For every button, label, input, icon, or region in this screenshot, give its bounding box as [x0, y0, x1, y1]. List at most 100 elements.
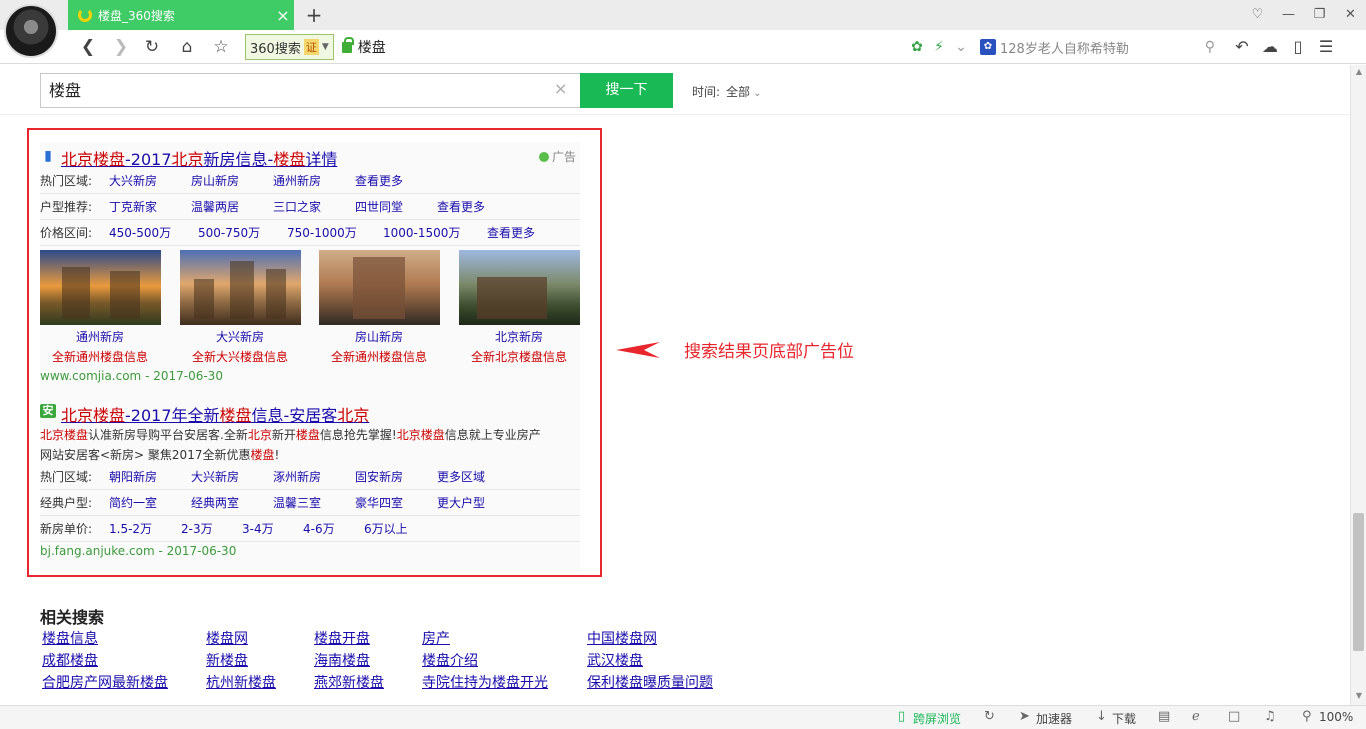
- speaker-icon[interactable]: ♫: [1264, 709, 1276, 724]
- undo-icon[interactable]: ↶: [1228, 34, 1256, 60]
- refresh-icon[interactable]: ↻: [984, 709, 995, 724]
- sitelink[interactable]: 4-6万: [303, 516, 335, 542]
- sitelink[interactable]: 2-3万: [181, 516, 213, 542]
- menu-icon[interactable]: ☰: [1312, 34, 1340, 60]
- sitelink[interactable]: 通州新房: [273, 168, 321, 194]
- back-icon[interactable]: ❮: [74, 34, 102, 60]
- thumb-image[interactable]: [319, 250, 440, 325]
- window-icon[interactable]: □: [1228, 709, 1240, 724]
- thumb-image[interactable]: [459, 250, 580, 325]
- side-search-query[interactable]: 128岁老人自称希特勒: [1000, 38, 1205, 57]
- search-icon[interactable]: ⚲: [1205, 39, 1215, 55]
- tab-active[interactable]: 楼盘_360搜索 ×: [68, 0, 294, 30]
- thumb-image[interactable]: [40, 250, 161, 325]
- restore-icon[interactable]: ❐: [1304, 0, 1335, 30]
- sitelink[interactable]: 大兴新房: [191, 464, 239, 490]
- related-link[interactable]: 合肥房产网最新楼盘: [42, 672, 168, 692]
- scroll-up-icon[interactable]: ▲: [1351, 67, 1366, 79]
- sitelink[interactable]: 1.5-2万: [109, 516, 152, 542]
- sitelink[interactable]: 简约一室: [109, 490, 157, 516]
- sitelink[interactable]: 1000-1500万: [383, 220, 460, 246]
- related-link[interactable]: 房产: [422, 628, 450, 648]
- vertical-scrollbar[interactable]: ▲ ▼: [1350, 65, 1366, 705]
- lightning-icon[interactable]: ⚡: [928, 39, 950, 55]
- sitelink[interactable]: 750-1000万: [287, 220, 357, 246]
- time-filter-value[interactable]: 全部: [726, 85, 750, 99]
- cloud-icon[interactable]: ☁: [1256, 34, 1284, 60]
- security-icon[interactable]: ✿: [906, 39, 928, 55]
- sitelink[interactable]: 查看更多: [355, 168, 403, 194]
- sitelink[interactable]: 涿州新房: [273, 464, 321, 490]
- sitelink[interactable]: 3-4万: [242, 516, 274, 542]
- thumb-title[interactable]: 通州新房: [30, 328, 170, 345]
- skin-icon[interactable]: ♡: [1242, 0, 1273, 30]
- related-link[interactable]: 武汉楼盘: [587, 650, 643, 670]
- ad1-title[interactable]: 北京楼盘-2017北京新房信息-楼盘详情: [61, 146, 337, 170]
- sitelink[interactable]: 更多区域: [437, 464, 485, 490]
- thumb-title[interactable]: 大兴新房: [170, 328, 310, 345]
- new-tab-button[interactable]: +: [300, 2, 328, 28]
- sitelink[interactable]: 6万以上: [364, 516, 408, 542]
- url-text[interactable]: 楼盘: [358, 37, 386, 57]
- related-link[interactable]: 新楼盘: [206, 650, 248, 670]
- related-link[interactable]: 成都楼盘: [42, 650, 98, 670]
- sitelink[interactable]: 查看更多: [437, 194, 485, 220]
- tab-close-icon[interactable]: ×: [272, 6, 294, 25]
- address-bar[interactable]: 360搜索 证 ▼ 楼盘: [245, 33, 895, 61]
- home-icon[interactable]: ⌂: [173, 34, 201, 60]
- sitelink[interactable]: 房山新房: [191, 168, 239, 194]
- sitelink[interactable]: 温馨两居: [191, 194, 239, 220]
- related-link[interactable]: 楼盘介绍: [422, 650, 478, 670]
- thumb-title[interactable]: 房山新房: [309, 328, 449, 345]
- related-link[interactable]: 寺院住持为楼盘开光: [422, 672, 548, 692]
- sitelink[interactable]: 更大户型: [437, 490, 485, 516]
- sitelink[interactable]: 经典两室: [191, 490, 239, 516]
- dropdown-icon[interactable]: ⌄: [950, 39, 972, 55]
- thumb-subtitle[interactable]: 全新通州楼盘信息: [30, 348, 170, 365]
- sitelink[interactable]: 固安新房: [355, 464, 403, 490]
- cross-screen-button[interactable]: 跨屏浏览: [913, 710, 961, 727]
- sitelink[interactable]: 朝阳新房: [109, 464, 157, 490]
- accelerator-button[interactable]: 加速器: [1036, 710, 1072, 727]
- favorite-icon[interactable]: ☆: [207, 34, 235, 60]
- scroll-down-icon[interactable]: ▼: [1351, 691, 1366, 703]
- sitelink[interactable]: 500-750万: [198, 220, 260, 246]
- search-button[interactable]: 搜一下: [580, 73, 673, 108]
- ad2-title[interactable]: 北京楼盘-2017年全新楼盘信息-安居客北京: [61, 402, 369, 426]
- scrollbar-thumb[interactable]: [1353, 513, 1364, 651]
- reload-icon[interactable]: ↻: [138, 34, 166, 60]
- sitelink[interactable]: 大兴新房: [109, 168, 157, 194]
- reader-icon[interactable]: ▤: [1158, 709, 1170, 724]
- search-input[interactable]: 楼盘: [40, 73, 580, 108]
- related-link[interactable]: 杭州新楼盘: [206, 672, 276, 692]
- related-link[interactable]: 中国楼盘网: [587, 628, 657, 648]
- forward-icon[interactable]: ❯: [107, 34, 135, 60]
- thumb-subtitle[interactable]: 全新大兴楼盘信息: [170, 348, 310, 365]
- thumb-subtitle[interactable]: 全新北京楼盘信息: [449, 348, 589, 365]
- related-link[interactable]: 燕郊新楼盘: [314, 672, 384, 692]
- sitelink[interactable]: 查看更多: [487, 220, 535, 246]
- minimize-icon[interactable]: —: [1273, 0, 1304, 30]
- thumb-title[interactable]: 北京新房: [449, 328, 589, 345]
- sitelink[interactable]: 450-500万: [109, 220, 171, 246]
- close-icon[interactable]: ✕: [1335, 0, 1366, 30]
- download-button[interactable]: 下载: [1112, 710, 1136, 727]
- sitelink[interactable]: 四世同堂: [355, 194, 403, 220]
- phone-icon[interactable]: ▯: [1284, 34, 1312, 60]
- clear-icon[interactable]: ×: [554, 79, 567, 98]
- user-avatar[interactable]: [4, 4, 58, 58]
- thumb-subtitle[interactable]: 全新通州楼盘信息: [309, 348, 449, 365]
- related-link[interactable]: 楼盘信息: [42, 628, 98, 648]
- related-link[interactable]: 海南楼盘: [314, 650, 370, 670]
- related-link[interactable]: 楼盘网: [206, 628, 248, 648]
- related-link[interactable]: 保利楼盘曝质量问题: [587, 672, 713, 692]
- thumb-image[interactable]: [180, 250, 301, 325]
- sitelink[interactable]: 温馨三室: [273, 490, 321, 516]
- sitelink[interactable]: 丁克新家: [109, 194, 157, 220]
- zoom-level[interactable]: 100%: [1319, 710, 1353, 724]
- search-engine-selector[interactable]: 360搜索 证 ▼: [245, 34, 334, 60]
- time-filter[interactable]: 时间: 全部 ⌄: [692, 83, 761, 100]
- sitelink[interactable]: 三口之家: [273, 194, 321, 220]
- side-search-box[interactable]: ✿ 128岁老人自称希特勒 ⚲: [980, 34, 1215, 60]
- related-link[interactable]: 楼盘开盘: [314, 628, 370, 648]
